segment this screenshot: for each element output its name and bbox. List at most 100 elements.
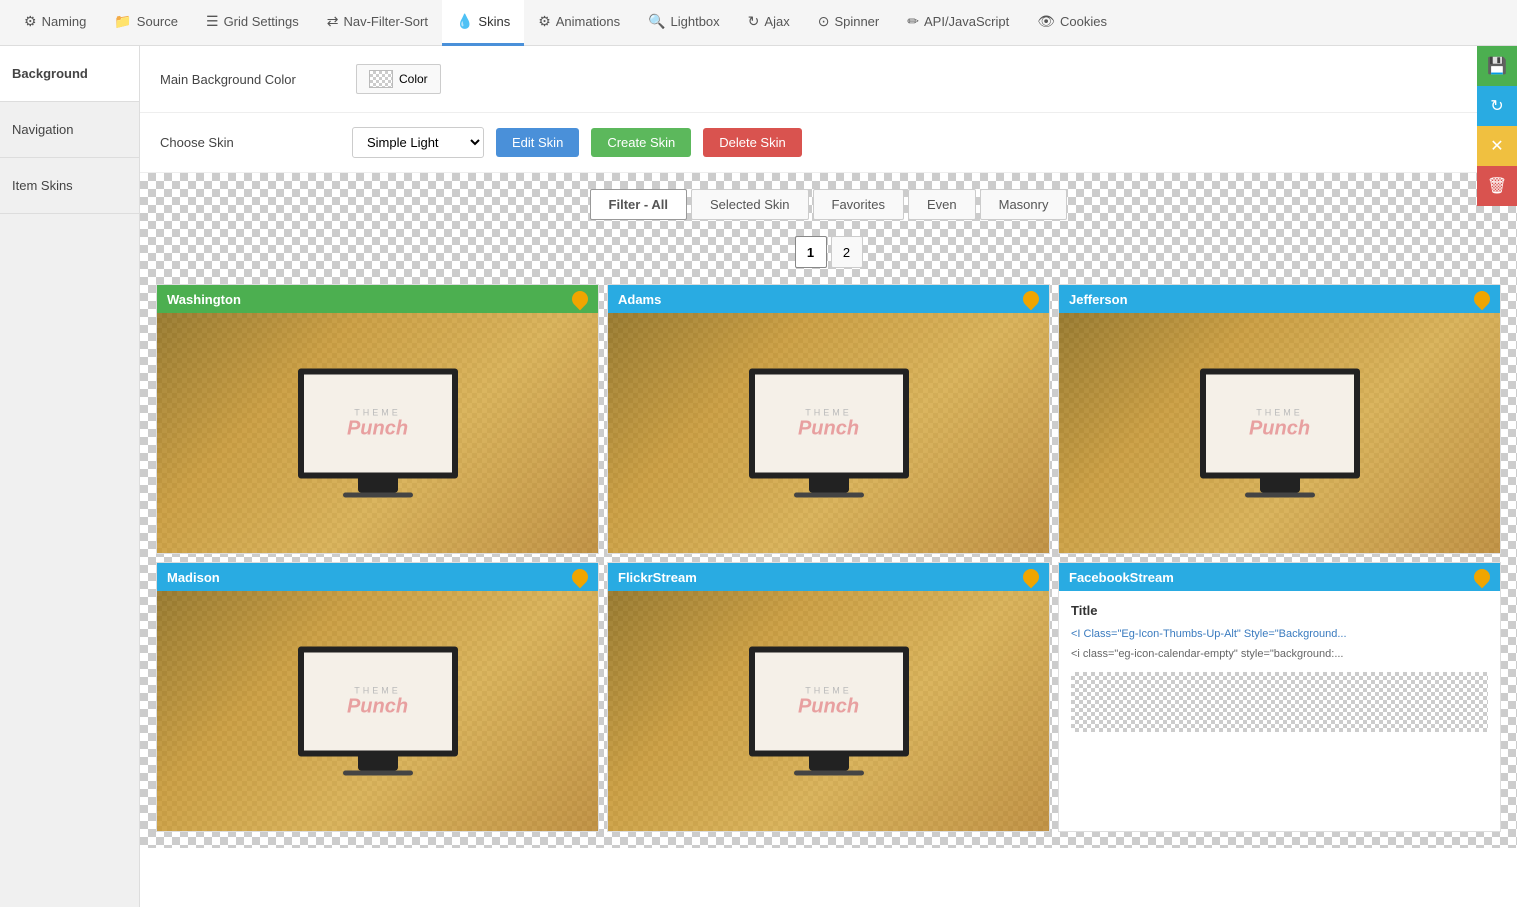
skin-card-facebookstream[interactable]: FacebookStream Title <I Class="Eg-Icon-T…	[1058, 562, 1501, 832]
card-header-flickrstream: FlickrStream	[608, 563, 1049, 591]
card-header-facebookstream: FacebookStream	[1059, 563, 1500, 591]
filter-favorites-btn[interactable]: Favorites	[813, 189, 904, 220]
tab-cookies[interactable]: 👁 Cookies	[1023, 0, 1121, 46]
sort-icon: ⇄	[327, 13, 339, 30]
close-btn[interactable]: ✕	[1477, 126, 1517, 166]
color-btn-label: Color	[399, 72, 428, 86]
skin-card-washington[interactable]: Washington THEME Punch	[156, 284, 599, 554]
theme-text: THEME	[354, 685, 401, 695]
save-icon: 💾	[1487, 56, 1507, 76]
search-icon: 🔍	[648, 13, 665, 30]
create-skin-button[interactable]: Create Skin	[591, 128, 691, 157]
skin-grid-container: Washington THEME Punch	[140, 284, 1517, 848]
tab-naming[interactable]: ⚙ Naming	[10, 0, 100, 46]
tab-grid-settings[interactable]: ☰ Grid Settings	[192, 0, 313, 46]
page-2-btn[interactable]: 2	[831, 236, 863, 268]
skin-grid-wrapper: Filter - All Selected Skin Favorites Eve…	[140, 173, 1517, 848]
sidebar-item-skins-label: Item Skins	[12, 178, 73, 193]
tab-api[interactable]: ✏ API/JavaScript	[893, 0, 1023, 46]
sidebar-item-background[interactable]: Background	[0, 46, 139, 102]
imac-base	[343, 493, 413, 498]
delete-icon: 🗑	[1487, 176, 1507, 196]
main-layout: Background Navigation Item Skins Main Ba…	[0, 46, 1517, 907]
punch-text: Punch	[798, 417, 859, 440]
theme-text: THEME	[354, 407, 401, 417]
tab-ajax-label: Ajax	[764, 14, 789, 29]
card-header-adams: Adams	[608, 285, 1049, 313]
filter-even-btn[interactable]: Even	[908, 189, 976, 220]
card-header-jefferson: Jefferson	[1059, 285, 1500, 313]
tab-nav-filter-sort[interactable]: ⇄ Nav-Filter-Sort	[313, 0, 442, 46]
imac-stand	[358, 757, 398, 771]
tab-skins[interactable]: 💧 Skins	[442, 0, 524, 46]
card-header-washington: Washington	[157, 285, 598, 313]
drop-icon-jefferson	[1474, 291, 1490, 307]
skin-card-jefferson[interactable]: Jefferson THEME Punch	[1058, 284, 1501, 554]
save-btn[interactable]: 💾	[1477, 46, 1517, 86]
card-img-flickrstream: THEME Punch	[608, 591, 1049, 831]
water-drop-icon	[569, 288, 592, 311]
card-img-content: THEME Punch	[1200, 369, 1360, 498]
card-name-adams: Adams	[618, 292, 661, 307]
imac-stand	[809, 479, 849, 493]
card-img-madison: THEME Punch	[157, 591, 598, 831]
tab-lightbox-label: Lightbox	[671, 14, 720, 29]
tab-animations[interactable]: ⚙ Animations	[524, 0, 634, 46]
tab-spinner-label: Spinner	[834, 14, 879, 29]
tab-cookies-label: Cookies	[1060, 14, 1107, 29]
imac-screen: THEME Punch	[298, 369, 458, 479]
tab-ajax[interactable]: ↻ Ajax	[734, 0, 804, 46]
close-icon: ✕	[1490, 136, 1503, 156]
skin-card-flickrstream[interactable]: FlickrStream THEME Punch	[607, 562, 1050, 832]
tab-spinner[interactable]: ⊙ Spinner	[804, 0, 894, 46]
pagination: 1 2	[140, 228, 1517, 284]
fb-code2: <i class="eg-icon-calendar-empty" style=…	[1071, 648, 1488, 660]
card-img-content: THEME Punch	[749, 369, 909, 498]
delete-skin-button[interactable]: Delete Skin	[703, 128, 801, 157]
imac-base	[794, 771, 864, 776]
drop-icon-facebookstream	[1474, 569, 1490, 585]
card-name-flickrstream: FlickrStream	[618, 570, 697, 585]
card-img-content: THEME Punch	[298, 369, 458, 498]
water-drop-icon	[1471, 566, 1494, 589]
imac-base	[343, 771, 413, 776]
skin-card-madison[interactable]: Madison THEME Punch	[156, 562, 599, 832]
imac-screen: THEME Punch	[298, 647, 458, 757]
filter-all-btn[interactable]: Filter - All	[590, 189, 687, 220]
filter-masonry-btn[interactable]: Masonry	[980, 189, 1068, 220]
theme-text: THEME	[1256, 407, 1303, 417]
refresh-btn[interactable]: ↻	[1477, 86, 1517, 126]
sidebar-item-navigation[interactable]: Navigation	[0, 102, 139, 158]
drop-icon: 💧	[456, 13, 473, 30]
tab-source-label: Source	[137, 14, 178, 29]
punch-text: Punch	[1249, 417, 1310, 440]
delete-btn[interactable]: 🗑	[1477, 166, 1517, 206]
tab-anim-label: Animations	[556, 14, 620, 29]
drop-icon-adams	[1023, 291, 1039, 307]
tab-source[interactable]: 📁 Source	[100, 0, 192, 46]
content-area: Main Background Color Color Choose Skin …	[140, 46, 1517, 907]
choose-skin-label: Choose Skin	[160, 135, 340, 150]
skin-select[interactable]: Simple Light Dark Custom	[352, 127, 484, 158]
theme-text: THEME	[805, 685, 852, 695]
right-sidebar: 💾 ↻ ✕ 🗑	[1477, 46, 1517, 206]
eye-icon: 👁	[1037, 13, 1055, 30]
skin-card-adams[interactable]: Adams THEME Punch	[607, 284, 1050, 554]
page-1-btn[interactable]: 1	[795, 236, 827, 268]
punch-text: Punch	[798, 695, 859, 718]
theme-text: THEME	[805, 407, 852, 417]
tab-lightbox[interactable]: 🔍 Lightbox	[634, 0, 734, 46]
sidebar-item-item-skins[interactable]: Item Skins	[0, 158, 139, 214]
water-drop-icon	[1020, 288, 1043, 311]
filter-selected-btn[interactable]: Selected Skin	[691, 189, 809, 220]
color-button[interactable]: Color	[356, 64, 441, 94]
imac-screen: THEME Punch	[749, 369, 909, 479]
drop-icon-madison	[572, 569, 588, 585]
background-row: Main Background Color Color	[140, 46, 1517, 113]
spinner-icon: ⊙	[818, 13, 830, 30]
water-drop-icon	[569, 566, 592, 589]
imac-base	[1245, 493, 1315, 498]
water-drop-icon	[1471, 288, 1494, 311]
tab-api-label: API/JavaScript	[924, 14, 1009, 29]
edit-skin-button[interactable]: Edit Skin	[496, 128, 579, 157]
